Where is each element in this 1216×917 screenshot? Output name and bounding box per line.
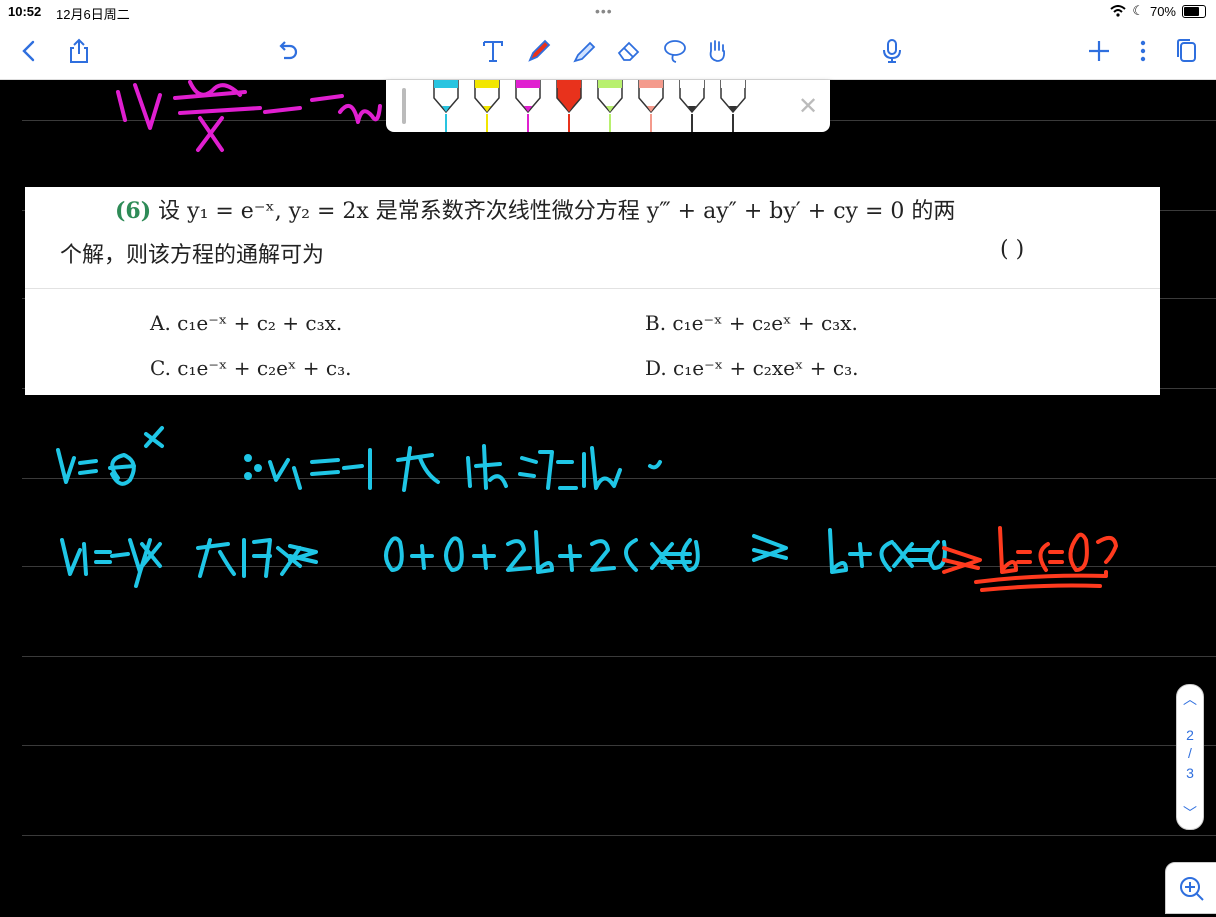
- moon-icon: ☾: [1132, 3, 1144, 18]
- pen-swatch-4[interactable]: [556, 80, 582, 132]
- lasso-icon[interactable]: [658, 34, 692, 68]
- battery-percent: 70%: [1149, 3, 1176, 19]
- page-current: 2: [1186, 727, 1194, 743]
- problem-image[interactable]: (6) 设 y₁ = e⁻ˣ, y₂ = 2x 是常系数齐次线性微分方程 y‴ …: [25, 187, 1160, 395]
- pen-swatch-1[interactable]: [433, 80, 459, 132]
- ruled-line: [22, 835, 1216, 836]
- page-separator: /: [1188, 745, 1192, 761]
- pen-swatch-7[interactable]: [679, 80, 705, 132]
- pen-swatch-3[interactable]: [515, 80, 541, 132]
- more-icon[interactable]: [1126, 34, 1160, 68]
- question-line-1: (6) 设 y₁ = e⁻ˣ, y₂ = 2x 是常系数齐次线性微分方程 y‴ …: [115, 193, 955, 225]
- pen-icon[interactable]: [522, 34, 556, 68]
- question-text-1: 设 y₁ = e⁻ˣ, y₂ = 2x 是常系数齐次线性微分方程 y‴ + ay…: [158, 199, 956, 224]
- status-time: 10:52: [8, 4, 42, 19]
- add-icon[interactable]: [1082, 34, 1116, 68]
- ruled-line: [22, 566, 1216, 567]
- pen-swatch-6[interactable]: [638, 80, 664, 132]
- status-date: 12月6日周二: [56, 7, 130, 22]
- status-indicators: ☾ 70%: [1110, 3, 1206, 19]
- pen-swatch-8[interactable]: [720, 80, 746, 132]
- question-line-2: 个解，则该方程的通解可为: [60, 237, 324, 269]
- pen-palette: ✕: [386, 80, 830, 132]
- palette-drag-handle[interactable]: [402, 88, 406, 124]
- pen-swatch-2[interactable]: [474, 80, 500, 132]
- eraser-icon[interactable]: [612, 34, 646, 68]
- pen-swatches: [433, 80, 746, 132]
- page-total: 3: [1186, 765, 1194, 781]
- question-text-2: 个解，则该方程的通解可为: [60, 243, 325, 268]
- status-bar: 10:52 12月6日周二 ••• ☾ 70%: [0, 0, 1216, 24]
- text-tool-icon[interactable]: [476, 34, 510, 68]
- back-icon[interactable]: [12, 34, 46, 68]
- ruled-line: [22, 656, 1216, 657]
- divider: [25, 288, 1160, 289]
- pen-swatch-5[interactable]: [597, 80, 623, 132]
- ruled-line: [22, 478, 1216, 479]
- page-navigator: ︿ 2 / 3 ﹀: [1176, 684, 1204, 830]
- pages-icon[interactable]: [1170, 34, 1204, 68]
- hand-icon[interactable]: [700, 34, 734, 68]
- multitask-dots-icon[interactable]: •••: [595, 3, 613, 19]
- close-icon[interactable]: ✕: [798, 92, 818, 120]
- ruled-line: [22, 745, 1216, 746]
- zoom-in-icon: [1180, 877, 1204, 901]
- battery-icon: [1182, 4, 1206, 18]
- share-icon[interactable]: [62, 34, 96, 68]
- microphone-icon[interactable]: [875, 34, 909, 68]
- zoom-button[interactable]: [1165, 862, 1216, 914]
- highlighter-icon[interactable]: [568, 34, 602, 68]
- undo-icon[interactable]: [270, 34, 304, 68]
- wifi-icon: [1110, 5, 1126, 17]
- option-a: A. c₁e⁻ˣ + c₂ + c₃x.: [150, 311, 343, 335]
- top-toolbar: [0, 24, 1216, 80]
- option-c: C. c₁e⁻ˣ + c₂eˣ + c₃.: [150, 356, 352, 380]
- page-down-icon[interactable]: ﹀: [1177, 803, 1203, 823]
- option-d: D. c₁e⁻ˣ + c₂xeˣ + c₃.: [645, 356, 859, 380]
- question-number: (6): [115, 198, 152, 224]
- option-b: B. c₁e⁻ˣ + c₂eˣ + c₃x.: [645, 311, 858, 335]
- page-up-icon[interactable]: ︿: [1177, 689, 1203, 709]
- answer-bracket: ( ): [1000, 237, 1025, 262]
